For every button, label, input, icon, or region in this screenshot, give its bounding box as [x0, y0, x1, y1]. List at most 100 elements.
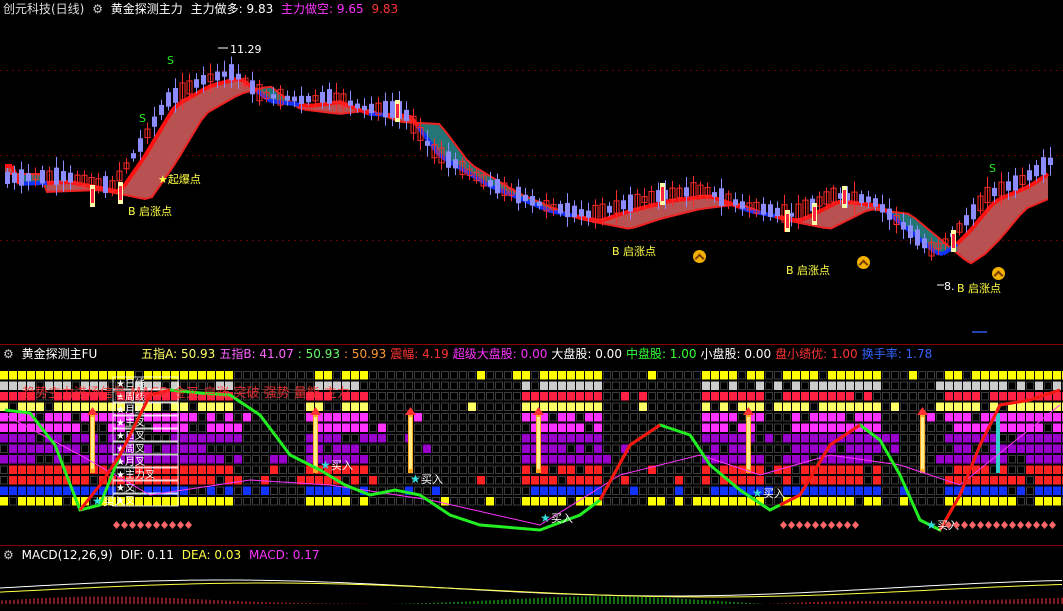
stock-title[interactable]: 创元科技(日线) [3, 2, 84, 16]
empty-cell [855, 392, 863, 401]
grid-dot [408, 155, 410, 156]
up-arrow-circle-icon[interactable] [693, 250, 706, 263]
heat-cell [378, 434, 386, 443]
grid-dot [882, 155, 884, 156]
heat-cell [423, 444, 431, 453]
empty-cell [936, 434, 944, 443]
grid-dot [714, 240, 716, 241]
settings-gear-icon[interactable]: ⚙ [3, 347, 14, 361]
grid-dot [708, 70, 710, 71]
indicator-name[interactable]: 黄金探测主力 [111, 2, 183, 16]
heat-cell [180, 402, 188, 411]
empty-cell [45, 402, 53, 411]
fast-ma-line [865, 202, 874, 208]
empty-cell [189, 423, 197, 432]
heat-cell [9, 455, 17, 464]
arrow-bar-core [921, 417, 924, 469]
finance-marker[interactable]: 财 [972, 331, 987, 333]
candle-body [628, 194, 633, 212]
heat-cell [1044, 434, 1052, 443]
empty-cell [234, 444, 242, 453]
heat-cell [702, 381, 710, 390]
heat-cell [972, 381, 980, 390]
grid-dot [576, 240, 578, 241]
grid-dot [558, 240, 560, 241]
heat-cell [207, 465, 215, 474]
empty-cell [450, 486, 458, 495]
empty-cell [693, 392, 701, 401]
grid-dot [1002, 155, 1004, 156]
candle-body [40, 170, 45, 184]
empty-cell [936, 497, 944, 506]
grid-dot [282, 240, 284, 241]
macd-name[interactable]: MACD(12,26,9) [22, 548, 113, 562]
heat-cell [1017, 392, 1025, 401]
empty-cell [63, 455, 71, 464]
grid-dot [762, 70, 764, 71]
empty-cell [504, 392, 512, 401]
heat-cell [180, 476, 188, 485]
grid-dot [252, 70, 254, 71]
empty-cell [387, 402, 395, 411]
grid-dot [1014, 240, 1016, 241]
grid-dot [912, 240, 914, 241]
empty-cell [1026, 486, 1034, 495]
heat-cell [585, 434, 593, 443]
empty-cell [612, 486, 620, 495]
empty-cell [297, 402, 305, 411]
candle-body [236, 73, 241, 80]
empty-cell [918, 371, 926, 380]
grid-dot [810, 240, 812, 241]
heat-cell [0, 497, 8, 506]
grid-dot [288, 70, 290, 71]
empty-cell [306, 423, 314, 432]
heat-cell [45, 444, 53, 453]
grid-dot [678, 155, 680, 156]
main-chart-pane[interactable]: 创元科技(日线) ⚙ 黄金探测主力 主力做多: 9.83 主力做空: 9.65 … [0, 0, 1063, 333]
heat-cell [81, 371, 89, 380]
heat-cell [846, 444, 854, 453]
empty-cell [297, 486, 305, 495]
heat-cell [729, 444, 737, 453]
empty-cell [513, 434, 521, 443]
grid-dot [594, 240, 596, 241]
heat-cell [963, 413, 971, 422]
heat-cell [990, 371, 998, 380]
heat-cell [846, 381, 854, 390]
empty-cell [450, 444, 458, 453]
sub-indicator-name[interactable]: 黄金探测主FU [22, 347, 98, 361]
heat-cell [0, 434, 8, 443]
empty-cell [405, 392, 413, 401]
empty-cell [909, 486, 917, 495]
empty-cell [513, 465, 521, 474]
sub-indicator-pane[interactable]: ⚙ 黄金探测主FU 五指A: 50.93 五指B: 41.07: 50.93: 5… [0, 345, 1063, 545]
heat-cell [792, 413, 800, 422]
grid-dot [600, 70, 602, 71]
heat-cell [81, 465, 89, 474]
grid-dot [468, 155, 470, 156]
heat-cell [801, 497, 809, 506]
grid-dot [324, 240, 326, 241]
candle-body [558, 203, 563, 214]
empty-cell [468, 434, 476, 443]
grid-dot [0, 240, 2, 241]
up-arrow-circle-icon[interactable] [992, 267, 1005, 280]
settings-gear-icon[interactable]: ⚙ [3, 548, 14, 562]
heat-cell [837, 486, 845, 495]
candle-body [425, 140, 430, 146]
heat-cell [864, 371, 872, 380]
up-arrow-circle-icon[interactable] [857, 256, 870, 269]
empty-cell [612, 371, 620, 380]
grid-dot [102, 155, 104, 156]
heat-cell [540, 392, 548, 401]
grid-dot [294, 240, 296, 241]
heat-cell [990, 392, 998, 401]
empty-cell [585, 423, 593, 432]
heat-cell [711, 371, 719, 380]
macd-pane[interactable]: ⚙ MACD(12,26,9) DIF: 0.11 DEA: 0.03 MACD… [0, 546, 1063, 611]
empty-cell [234, 486, 242, 495]
grid-dot [1044, 155, 1046, 156]
grid-dot [804, 240, 806, 241]
settings-gear-icon[interactable]: ⚙ [92, 2, 103, 16]
dollar-marker[interactable]: $ [395, 331, 402, 333]
